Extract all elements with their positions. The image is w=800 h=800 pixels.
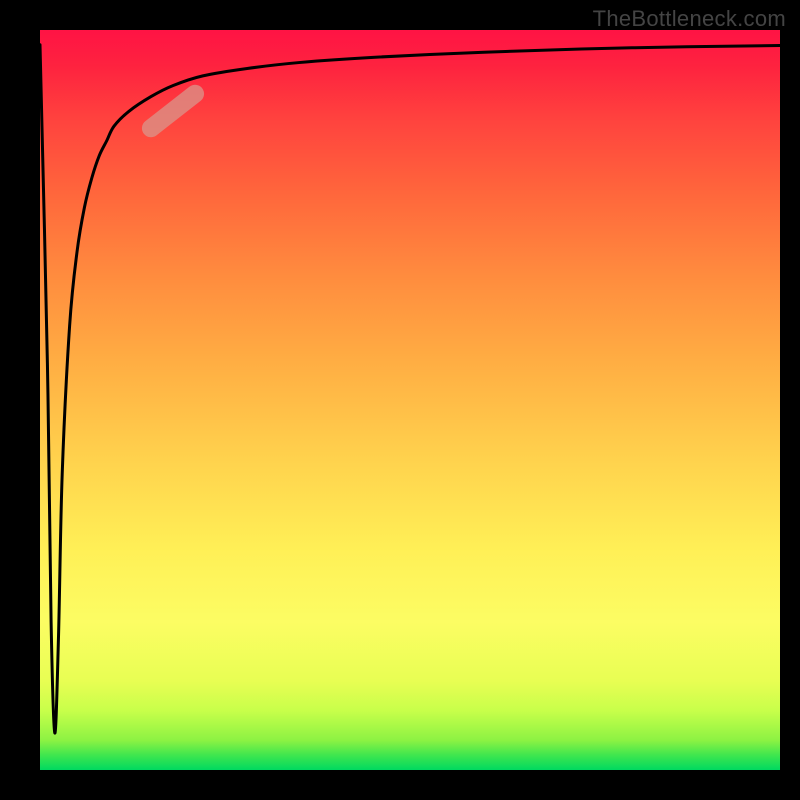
watermark-text: TheBottleneck.com [593,6,786,32]
curve-svg [40,30,780,770]
chart-stage: TheBottleneck.com [0,0,800,800]
plot-area [40,30,780,770]
bottleneck-curve [40,45,780,733]
